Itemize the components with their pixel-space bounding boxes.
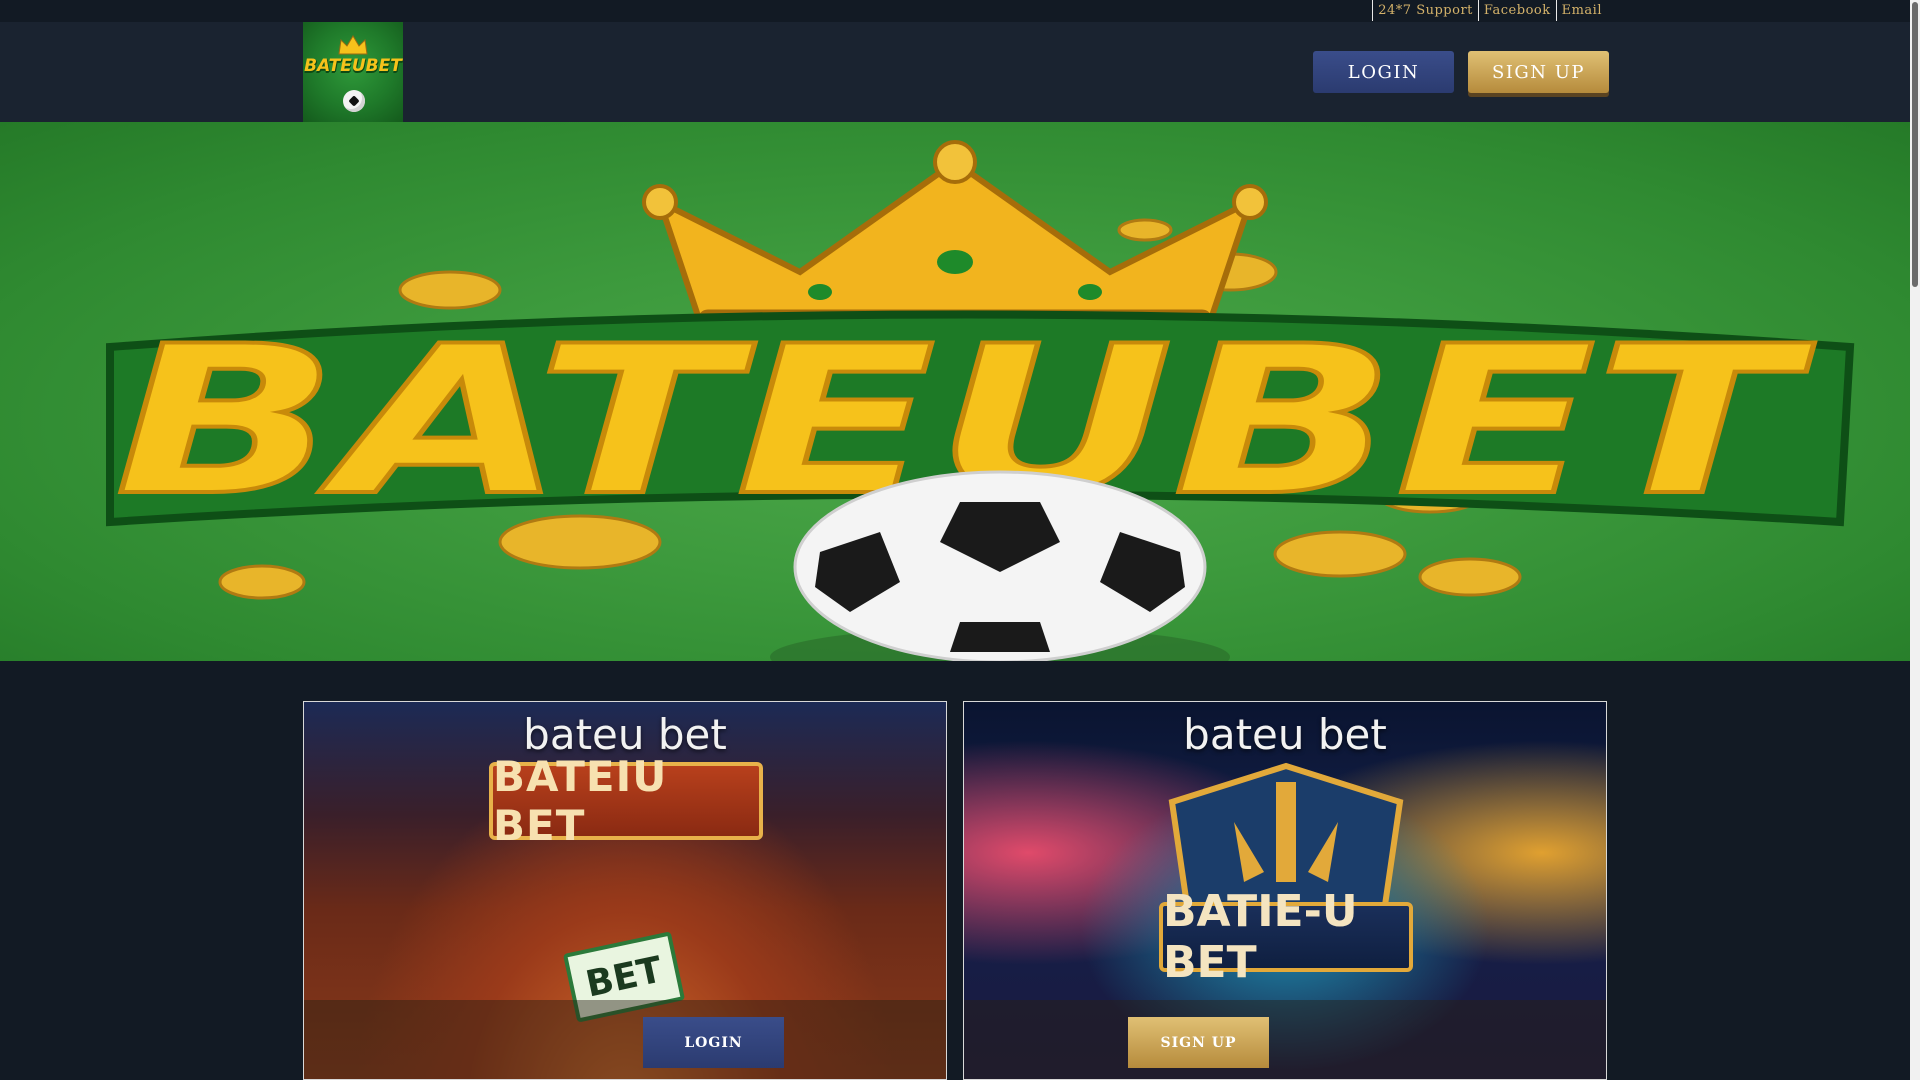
- facebook-link[interactable]: Facebook: [1477, 0, 1556, 21]
- card-login-button[interactable]: LOGIN: [643, 1017, 784, 1068]
- signup-promo-card[interactable]: bateu bet BATIE-U BET SIGN UP: [963, 701, 1607, 1080]
- card-button-overlay: [304, 1000, 946, 1079]
- login-promo-card[interactable]: bateu bet BATEIU BET BET LOGIN: [303, 701, 947, 1080]
- card-badge: BATIE-U BET: [1159, 886, 1413, 988]
- page-scrollbar[interactable]: [1910, 0, 1920, 1080]
- login-button[interactable]: LOGIN: [1313, 51, 1454, 93]
- card-brand: bateu bet: [1183, 710, 1387, 759]
- card-signup-button[interactable]: SIGN UP: [1128, 1017, 1269, 1068]
- scrollbar-thumb[interactable]: [1912, 2, 1918, 287]
- hero-artwork: BATEUBET: [106, 140, 1855, 661]
- hero-banner: BATEUBET: [0, 122, 1910, 661]
- site-logo[interactable]: BATEUBET: [303, 22, 403, 122]
- top-utility-bar: 24*7 Support Facebook Email: [0, 0, 1910, 22]
- crown-icon: [338, 35, 368, 55]
- soccer-ball-icon: [343, 90, 365, 112]
- site-header: BATEUBET LOGIN SIGN UP: [0, 22, 1910, 122]
- logo-text: BATEUBET: [304, 56, 402, 76]
- signup-button[interactable]: SIGN UP: [1468, 51, 1609, 93]
- email-link[interactable]: Email: [1555, 0, 1607, 21]
- card-button-overlay: [964, 1000, 1606, 1079]
- card-sign-board: BATEIU BET: [489, 752, 763, 850]
- support-link[interactable]: 24*7 Support: [1372, 0, 1478, 21]
- top-links: 24*7 Support Facebook Email: [1372, 0, 1607, 21]
